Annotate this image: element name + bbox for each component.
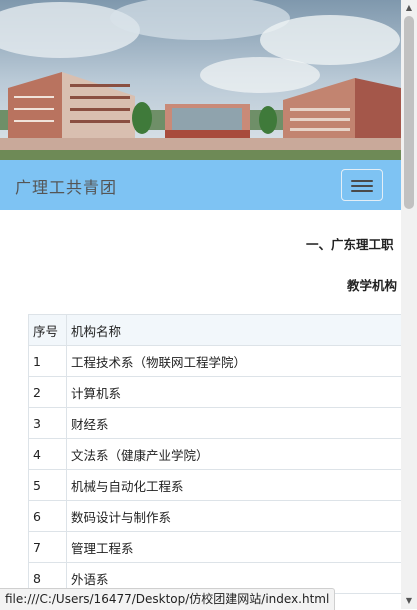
- vertical-scrollbar[interactable]: ▲ ▼: [401, 0, 417, 609]
- column-header-index: 序号: [28, 314, 67, 346]
- row-index: 6: [28, 500, 67, 532]
- row-name: 财经系: [66, 407, 401, 439]
- scroll-up-icon[interactable]: ▲: [401, 0, 417, 16]
- row-name: 机械与自动化工程系: [66, 469, 401, 501]
- section-subheading: 教学机构: [347, 278, 398, 293]
- status-bar-url: file:///C:/Users/16477/Desktop/仿校团建网站/in…: [0, 588, 336, 610]
- table-row: 6 数码设计与制作系: [28, 500, 401, 532]
- row-index: 3: [28, 407, 67, 439]
- row-name: 工程技术系（物联网工程学院）: [66, 345, 401, 377]
- table-row: 7 管理工程系: [28, 531, 401, 563]
- row-index: 4: [28, 438, 67, 470]
- scroll-down-icon[interactable]: ▼: [401, 593, 417, 609]
- row-index: 2: [28, 376, 67, 408]
- campus-banner-image: [0, 0, 401, 160]
- table-row: 4 文法系（健康产业学院）: [28, 438, 401, 470]
- row-index: 5: [28, 469, 67, 501]
- row-index: 7: [28, 531, 67, 563]
- column-header-name: 机构名称: [66, 314, 401, 346]
- table-row: 3 财经系: [28, 407, 401, 439]
- scrollbar-thumb[interactable]: [404, 16, 414, 209]
- page-viewport: 广理工共青团 一、广东理工职 教学机构 序号 机构名称 1 工程技术系（物联网工…: [0, 0, 401, 609]
- institution-table: 序号 机构名称 1 工程技术系（物联网工程学院） 2 计算机系 3 财经系 4 …: [28, 314, 401, 609]
- table-header-row: 序号 机构名称: [28, 314, 401, 346]
- table-row: 1 工程技术系（物联网工程学院）: [28, 345, 401, 377]
- navbar-brand[interactable]: 广理工共青团: [15, 174, 117, 198]
- row-name: 数码设计与制作系: [66, 500, 401, 532]
- row-name: 计算机系: [66, 376, 401, 408]
- row-name: 管理工程系: [66, 531, 401, 563]
- section-heading: 一、广东理工职: [306, 237, 394, 252]
- hamburger-icon: [351, 180, 373, 182]
- row-index: 1: [28, 345, 67, 377]
- table-row: 5 机械与自动化工程系: [28, 469, 401, 501]
- menu-toggle-button[interactable]: [341, 169, 383, 201]
- row-name: 文法系（健康产业学院）: [66, 438, 401, 470]
- navbar: 广理工共青团: [0, 160, 401, 210]
- table-row: 2 计算机系: [28, 376, 401, 408]
